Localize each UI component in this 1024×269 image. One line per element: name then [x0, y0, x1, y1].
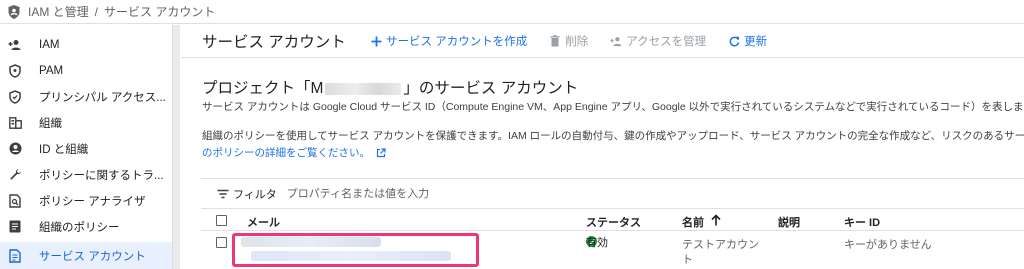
sidebar-item-label: IAM	[39, 38, 60, 51]
sidebar-item-label: PAM	[39, 64, 64, 77]
breadcrumb: IAM と管理 / サービス アカウント	[0, 0, 1024, 24]
sidebar-item-label: プリンシパル アクセス...	[39, 91, 166, 104]
shield-icon	[8, 63, 22, 78]
column-name[interactable]: 名前	[682, 214, 704, 230]
refresh-button[interactable]: 更新	[728, 33, 767, 49]
policy-analyzer-icon	[8, 193, 22, 208]
sidebar: IAM PAM プリンシパル アクセス... 組織 ID と組織 ポリシーに関す…	[0, 25, 172, 269]
sidebar-item-policy-troubleshooter[interactable]: ポリシーに関するトラ...	[0, 161, 172, 188]
person-add-icon	[8, 38, 22, 52]
policy-details-link[interactable]: のポリシーの詳細をご覧ください。	[202, 145, 386, 160]
sidebar-item-principal-access[interactable]: プリンシパル アクセス...	[0, 83, 172, 110]
delete-label: 削除	[565, 36, 589, 48]
table-top-border	[201, 178, 1024, 179]
highlight-annotation-box	[232, 233, 479, 267]
create-service-account-button[interactable]: サービス アカウントを作成	[370, 33, 527, 49]
wrench-icon	[8, 168, 22, 182]
sort-ascending-icon[interactable]	[711, 214, 721, 226]
sidebar-item-org-policies[interactable]: 組織のポリシー	[0, 213, 172, 240]
section-title: プロジェクト「M 」のサービス アカウント	[202, 76, 578, 98]
column-status[interactable]: ステータス	[586, 214, 641, 230]
shield-icon	[8, 4, 20, 19]
sidebar-item-label: 組織のポリシー	[39, 221, 120, 234]
sidebar-item-label: 組織	[39, 117, 62, 130]
column-key-id[interactable]: キー ID	[844, 214, 880, 230]
breadcrumb-root[interactable]: IAM と管理	[28, 3, 89, 20]
row-name-line2: ト	[682, 254, 693, 266]
redacted-project-name	[325, 82, 402, 95]
select-all-checkbox[interactable]	[216, 215, 227, 226]
page-header: サービス アカウント サービス アカウントを作成 削除 アクセスを管理 更新	[181, 25, 1024, 58]
refresh-icon	[728, 35, 740, 47]
org-policy-description: 組織のポリシーを使用してサービス アカウントを保護できます。IAM ロールの自動…	[202, 130, 1024, 142]
sidebar-item-service-accounts[interactable]: サービス アカウント	[0, 242, 172, 269]
row-name-line1: テストアカウン	[682, 239, 759, 251]
sidebar-item-label: ポリシーに関するトラ...	[39, 169, 164, 182]
organization-icon	[8, 116, 22, 130]
sidebar-item-label: ID と組織	[39, 143, 89, 156]
plus-icon	[370, 35, 382, 47]
column-email[interactable]: メール	[247, 214, 280, 230]
principal-access-icon	[8, 89, 22, 104]
status-text: 有効	[586, 236, 608, 249]
sidebar-item-pam[interactable]: PAM	[0, 57, 172, 84]
page-title: サービス アカウント	[202, 34, 346, 51]
row-checkbox[interactable]	[216, 237, 227, 248]
status-badge: 有効	[586, 236, 608, 249]
document-icon	[8, 220, 22, 234]
row-key-id: キーがありません	[844, 239, 932, 251]
sidebar-item-identity-org[interactable]: ID と組織	[0, 135, 172, 162]
sidebar-item-label: サービス アカウント	[39, 250, 146, 263]
policy-details-link-text: のポリシーの詳細をご覧ください。	[202, 147, 370, 159]
delete-button[interactable]: 削除	[549, 33, 588, 49]
manage-access-label: アクセスを管理	[626, 36, 707, 48]
breadcrumb-current: サービス アカウント	[104, 5, 216, 19]
section-title-suffix: 」のサービス アカウント	[403, 80, 579, 97]
create-service-account-label: サービス アカウントを作成	[386, 36, 528, 48]
filter-icon	[217, 189, 229, 199]
service-account-description: サービス アカウントは Google Cloud サービス ID（Compute…	[202, 101, 1024, 113]
sidebar-item-organization[interactable]: 組織	[0, 109, 172, 136]
table-header: メール ステータス 名前 説明 キー ID	[201, 208, 1024, 231]
filter-bar: フィルタ	[201, 181, 1024, 207]
sidebar-item-label: ポリシー アナライザ	[39, 195, 146, 208]
refresh-label: 更新	[744, 36, 768, 48]
external-link-icon	[376, 147, 386, 157]
sidebar-resize-handle[interactable]	[172, 25, 180, 269]
account-circle-icon	[8, 142, 22, 156]
sidebar-item-policy-analyzer[interactable]: ポリシー アナライザ	[0, 187, 172, 214]
filter-label: フィルタ	[233, 189, 277, 201]
person-add-icon	[610, 35, 622, 47]
manage-access-button[interactable]: アクセスを管理	[610, 33, 706, 49]
column-description[interactable]: 説明	[778, 214, 800, 230]
trash-icon	[549, 35, 561, 47]
service-account-icon	[8, 248, 22, 263]
section-title-prefix: プロジェクト「M	[202, 80, 324, 97]
filter-input[interactable]	[286, 188, 587, 200]
breadcrumb-separator: /	[94, 4, 99, 19]
sidebar-item-iam[interactable]: IAM	[0, 31, 172, 58]
